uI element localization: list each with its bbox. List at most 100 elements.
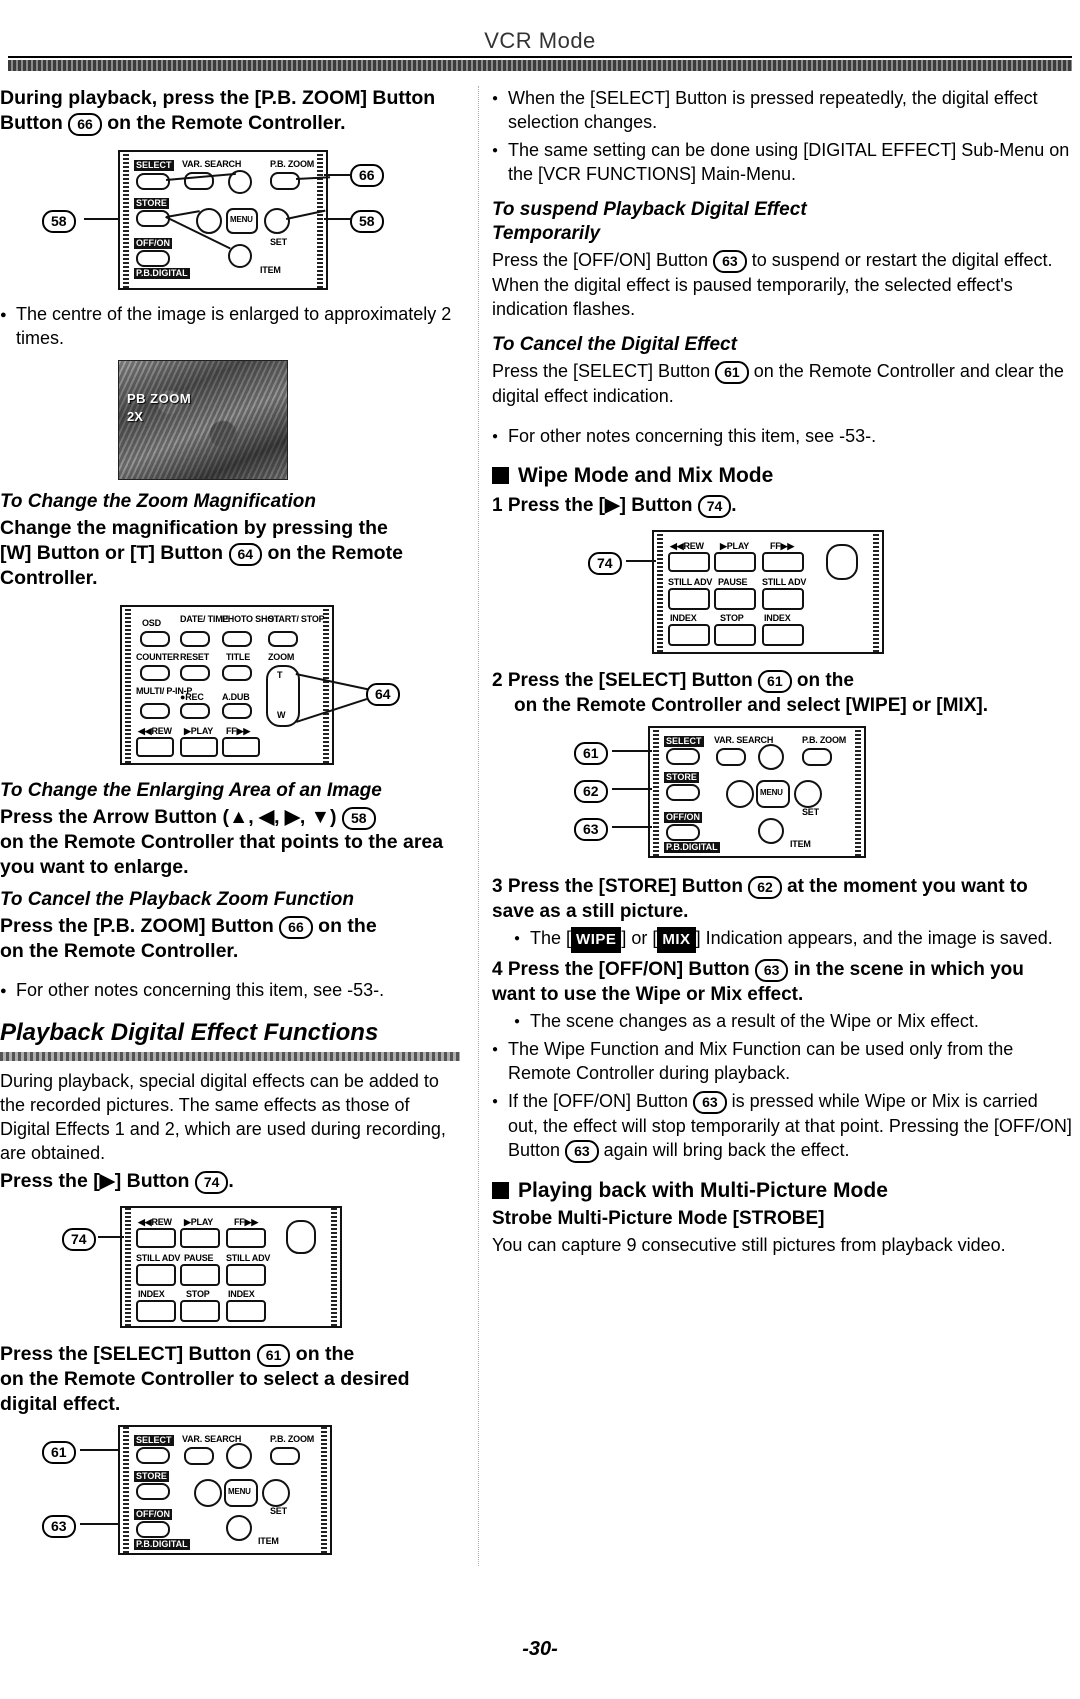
arrow-down-button[interactable] — [758, 818, 784, 844]
select-button[interactable] — [136, 173, 170, 190]
image-noise — [119, 361, 287, 479]
pause-button[interactable] — [714, 588, 756, 610]
arrow-left-button[interactable] — [194, 1479, 222, 1507]
page-number: -30- — [522, 1638, 558, 1660]
arrow-up-button[interactable] — [758, 744, 784, 770]
label-select: SELECT — [134, 160, 174, 171]
ff-button[interactable] — [222, 737, 260, 757]
pause-button[interactable] — [180, 1264, 220, 1286]
pb-zoom-button[interactable] — [802, 748, 832, 766]
right-column: When the [SELECT] Button is pressed repe… — [492, 86, 1072, 1257]
label-still-adv-right: STILL ADV — [226, 1253, 271, 1263]
note-other-notes-left: For other notes concerning this item, se… — [0, 978, 460, 1004]
store-button[interactable] — [136, 1483, 170, 1500]
remote-edge-left — [657, 532, 663, 652]
multi-pinp-button[interactable] — [140, 703, 170, 719]
label-store: STORE — [134, 1471, 169, 1482]
column-divider — [478, 86, 479, 1566]
date-time-button[interactable] — [180, 631, 210, 647]
still-adv-right-button[interactable] — [226, 1264, 266, 1286]
label-zoom-t: T — [277, 670, 283, 680]
arrow-right-button[interactable] — [262, 1479, 290, 1507]
label-osd: OSD — [142, 618, 161, 628]
ff-button[interactable] — [762, 552, 804, 572]
arrow-right-button[interactable] — [264, 208, 290, 234]
photo-shot-button[interactable] — [222, 631, 252, 647]
store-button[interactable] — [666, 784, 700, 801]
offon-button[interactable] — [136, 1521, 170, 1538]
remote-diagram-2: OSD DATE/ TIME PHOTO SHOT START/ STOP CO… — [120, 605, 334, 765]
counter-button[interactable] — [140, 665, 170, 681]
adub-button[interactable] — [222, 703, 252, 719]
offon-button[interactable] — [136, 250, 170, 267]
ref-63-step4: 63 — [754, 959, 789, 982]
still-adv-left-button[interactable] — [668, 588, 710, 610]
pb-zoom-button[interactable] — [270, 172, 300, 190]
index-right-button[interactable] — [226, 1300, 266, 1322]
label-store: STORE — [134, 198, 169, 209]
cancel-zoom-line-b: on the Remote Controller. — [0, 940, 239, 962]
arrow-down-button[interactable] — [228, 244, 252, 268]
side-dial[interactable] — [286, 1220, 316, 1254]
instruction-pbzoom: During playback, press the [P.B. ZOOM] B… — [0, 87, 436, 136]
side-dial[interactable] — [826, 544, 858, 580]
osd-button[interactable] — [140, 631, 170, 647]
callout-61-left: 61 — [42, 1441, 76, 1464]
ff-button[interactable] — [226, 1228, 266, 1248]
title-button[interactable] — [222, 665, 252, 681]
var-search-button[interactable] — [716, 748, 746, 766]
arrow-down-button[interactable] — [226, 1515, 252, 1541]
rew-button[interactable] — [668, 552, 710, 572]
label-counter: COUNTER — [136, 652, 180, 662]
play-button[interactable] — [180, 737, 218, 757]
label-menu: MENU — [228, 1487, 251, 1496]
var-search-button[interactable] — [184, 1447, 214, 1465]
note-other-notes-right: For other notes concerning this item, se… — [492, 424, 1072, 450]
label-pb-zoom: P.B. ZOOM — [270, 1434, 315, 1444]
label-still-adv-left: STILL ADV — [136, 1253, 181, 1263]
reset-button[interactable] — [180, 665, 210, 681]
start-stop-button[interactable] — [268, 631, 298, 647]
remote-edge-left — [123, 1427, 129, 1553]
arrow-right-button[interactable] — [794, 780, 822, 808]
rec-button[interactable] — [180, 703, 210, 719]
play-button[interactable] — [180, 1228, 220, 1248]
stop-button[interactable] — [714, 624, 756, 646]
rew-button[interactable] — [136, 1228, 176, 1248]
body-change-enlarging-area: Press the Arrow Button (▲, ◀, ▶, ▼) 58 o… — [0, 805, 460, 880]
arrow-left-button[interactable] — [726, 780, 754, 808]
store-button[interactable] — [136, 210, 170, 227]
still-adv-left-button[interactable] — [136, 1264, 176, 1286]
still-adv-right-button[interactable] — [762, 588, 804, 610]
bullet-wipe-mix-indication: The [WIPE] or [MIX] Indication appears, … — [514, 926, 1072, 953]
ref-61-inline-right: 61 — [715, 361, 749, 384]
remote-edge-right — [873, 532, 879, 652]
select-button[interactable] — [136, 1447, 170, 1464]
step3-bullet-a: The [ — [530, 928, 572, 948]
enlarge-area-line-b: on the Remote Controller that points to … — [0, 831, 444, 878]
step-2-text-b: on the Remote Controller and select [WIP… — [514, 695, 988, 716]
label-stop: STOP — [186, 1289, 210, 1299]
label-rec: ●REC — [180, 692, 204, 702]
index-left-button[interactable] — [136, 1300, 176, 1322]
index-left-button[interactable] — [668, 624, 710, 646]
arrow-up-button[interactable] — [226, 1443, 252, 1469]
figure-remote-select-right: SELECT VAR. SEARCH P.B. ZOOM STORE MENU … — [492, 724, 1072, 864]
label-pbdigital: P.B.DIGITAL — [664, 842, 720, 853]
stop-button[interactable] — [180, 1300, 220, 1322]
pb-zoom-button[interactable] — [270, 1447, 300, 1465]
label-var-search: VAR. SEARCH — [714, 735, 774, 745]
offon-button[interactable] — [666, 824, 700, 841]
callout-62-right: 62 — [574, 780, 608, 803]
rew-button[interactable] — [136, 737, 174, 757]
play-button[interactable] — [714, 552, 756, 572]
suspend-heading-line2: Temporarily — [492, 223, 601, 244]
heading-change-zoom-magnification: To Change the Zoom Magnification — [0, 491, 316, 512]
index-right-button[interactable] — [762, 624, 804, 646]
callout-58-left: 58 — [42, 210, 76, 233]
remote-diagram-5: ◀◀REW ▶PLAY FF▶▶ STILL ADV PAUSE STILL A… — [652, 530, 884, 654]
step-2-text-a: Press the [SELECT] Button — [507, 670, 753, 691]
select-button[interactable] — [666, 748, 700, 765]
figure-remote-transport-left: ◀◀REW ▶PLAY FF▶▶ STILL ADV PAUSE STILL A… — [0, 1204, 460, 1332]
arrow-left-button[interactable] — [196, 208, 222, 234]
